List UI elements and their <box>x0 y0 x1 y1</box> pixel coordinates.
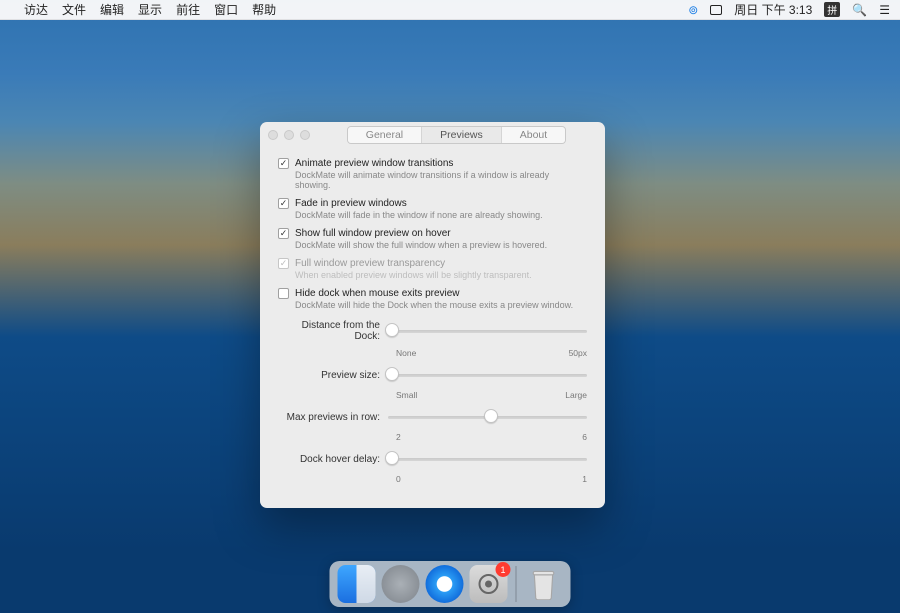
tab-about[interactable]: About <box>501 127 565 143</box>
option-desc: DockMate will fade in the window if none… <box>295 210 587 220</box>
window-titlebar[interactable]: General Previews About <box>260 122 605 148</box>
slider-1[interactable] <box>388 366 587 384</box>
slider-row-2: Max previews in row: <box>278 408 587 426</box>
slider-label: Distance from the Dock: <box>278 320 388 342</box>
option-title: Animate preview window transitions <box>295 158 453 169</box>
checkbox-2[interactable] <box>278 228 289 239</box>
tick-max: 50px <box>569 348 587 358</box>
slider-ticks-2: 26 <box>396 432 587 442</box>
dock-safari[interactable] <box>426 565 464 603</box>
slider-3[interactable] <box>388 450 587 468</box>
control-center-icon[interactable]: ☰ <box>879 3 890 17</box>
tick-max: 1 <box>582 474 587 484</box>
dock-system-preferences[interactable]: 1 <box>470 565 508 603</box>
zoom-icon[interactable] <box>300 130 310 140</box>
ime-indicator[interactable]: 拼 <box>824 2 840 17</box>
slider-label: Dock hover delay: <box>278 454 388 465</box>
option-4: Hide dock when mouse exits previewDockMa… <box>278 288 587 310</box>
slider-ticks-0: None 50px <box>396 348 587 358</box>
option-title: Hide dock when mouse exits preview <box>295 288 460 299</box>
slider-row-0: Distance from the Dock: <box>278 320 587 342</box>
update-badge: 1 <box>496 562 511 577</box>
slider-2[interactable] <box>388 408 587 426</box>
battery-icon[interactable] <box>710 5 722 15</box>
clock[interactable]: 周日 下午 3:13 <box>734 1 812 18</box>
option-desc: DockMate will show the full window when … <box>295 240 587 250</box>
slider-label: Max previews in row: <box>278 412 388 423</box>
menu-view[interactable]: 显示 <box>138 1 162 18</box>
option-title: Fade in preview windows <box>295 198 407 209</box>
option-title: Full window preview transparency <box>295 258 445 269</box>
tick-max: Large <box>565 390 587 400</box>
dock: 1 <box>330 561 571 607</box>
option-1: Fade in preview windowsDockMate will fad… <box>278 198 587 220</box>
menubar: 访达 文件 编辑 显示 前往 窗口 帮助 ⊚ 周日 下午 3:13 拼 🔍 ☰ <box>0 0 900 20</box>
menu-window[interactable]: 窗口 <box>214 1 238 18</box>
tab-segment: General Previews About <box>347 126 566 144</box>
option-2: Show full window preview on hoverDockMat… <box>278 228 587 250</box>
slider-row-3: Dock hover delay: <box>278 450 587 468</box>
checkbox-0[interactable] <box>278 158 289 169</box>
tab-general[interactable]: General <box>348 127 421 143</box>
slider-knob[interactable] <box>385 367 399 381</box>
menu-help[interactable]: 帮助 <box>252 1 276 18</box>
slider-knob[interactable] <box>385 323 399 337</box>
tick-min: None <box>396 348 416 358</box>
menu-edit[interactable]: 编辑 <box>100 1 124 18</box>
slider-knob[interactable] <box>484 409 498 423</box>
slider-0[interactable] <box>388 322 587 340</box>
tab-previews[interactable]: Previews <box>421 127 501 143</box>
slider-ticks-1: Small Large <box>396 390 587 400</box>
minimize-icon[interactable] <box>284 130 294 140</box>
menu-go[interactable]: 前往 <box>176 1 200 18</box>
trash-icon <box>529 568 559 600</box>
checkbox-3 <box>278 258 289 269</box>
dock-divider <box>516 566 517 602</box>
dock-launchpad[interactable] <box>382 565 420 603</box>
option-desc: When enabled preview windows will be sli… <box>295 270 587 280</box>
spotlight-icon[interactable]: 🔍 <box>852 3 867 17</box>
menu-finder[interactable]: 访达 <box>24 1 48 18</box>
tick-max: 6 <box>582 432 587 442</box>
preferences-body: Animate preview window transitionsDockMa… <box>260 148 605 484</box>
option-desc: DockMate will hide the Dock when the mou… <box>295 300 587 310</box>
close-icon[interactable] <box>268 130 278 140</box>
slider-knob[interactable] <box>385 451 399 465</box>
checkbox-1[interactable] <box>278 198 289 209</box>
checkbox-4[interactable] <box>278 288 289 299</box>
tick-min: Small <box>396 390 417 400</box>
option-3: Full window preview transparencyWhen ena… <box>278 258 587 280</box>
option-0: Animate preview window transitionsDockMa… <box>278 158 587 190</box>
option-title: Show full window preview on hover <box>295 228 451 239</box>
menu-file[interactable]: 文件 <box>62 1 86 18</box>
teamviewer-icon[interactable]: ⊚ <box>688 3 698 17</box>
slider-row-1: Preview size: <box>278 366 587 384</box>
tick-min: 0 <box>396 474 401 484</box>
preferences-window: General Previews About Animate preview w… <box>260 122 605 508</box>
option-desc: DockMate will animate window transitions… <box>295 170 587 190</box>
tick-min: 2 <box>396 432 401 442</box>
dock-finder[interactable] <box>338 565 376 603</box>
slider-ticks-3: 01 <box>396 474 587 484</box>
dock-trash[interactable] <box>525 565 563 603</box>
slider-label: Preview size: <box>278 370 388 381</box>
gear-icon <box>477 572 501 596</box>
